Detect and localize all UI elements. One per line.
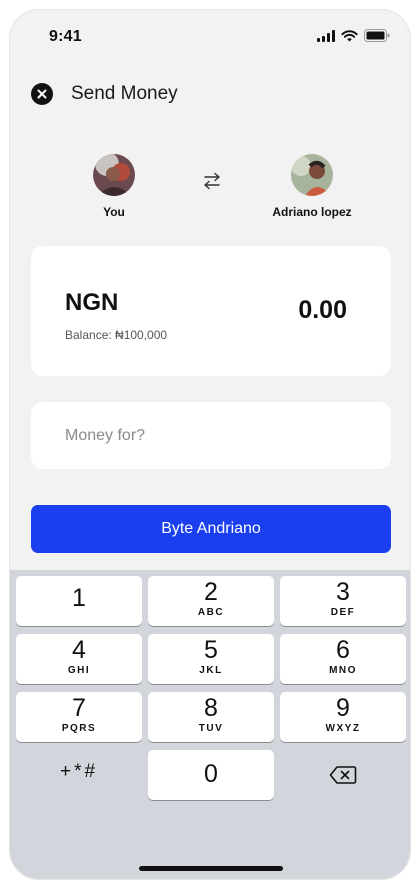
- key-letters: DEF: [330, 607, 356, 618]
- key-digit: 0: [204, 760, 218, 788]
- recipient: Adriano lopez: [252, 154, 372, 219]
- key-digit: 1: [72, 584, 86, 612]
- amount-display[interactable]: 0.00: [298, 296, 347, 325]
- swap-arrows-icon: [204, 172, 220, 190]
- cellular-signal-icon: [317, 29, 335, 42]
- key-digit: 3: [336, 578, 350, 606]
- sender: You: [54, 154, 174, 219]
- key-9[interactable]: 9 WXYZ: [280, 692, 406, 742]
- status-bar: 9:41: [10, 10, 410, 62]
- key-digit: 2: [204, 578, 218, 606]
- recipient-name: Adriano lopez: [272, 205, 352, 219]
- key-7[interactable]: 7 PQRS: [16, 692, 142, 742]
- phone-screen: 9:41 Send Money You Adriano lopez NGN Ba…: [9, 9, 411, 880]
- close-button[interactable]: [31, 83, 53, 105]
- key-letters: ABC: [197, 607, 225, 618]
- sender-avatar: [93, 154, 135, 196]
- key-digit: 8: [204, 694, 218, 722]
- key-letters: PQRS: [61, 723, 97, 734]
- send-button[interactable]: Byte Andriano: [31, 505, 391, 553]
- amount-card: NGN Balance: ₦100,000 0.00: [31, 246, 391, 376]
- key-letters: JKL: [199, 665, 223, 676]
- wifi-icon: [341, 29, 358, 41]
- home-indicator[interactable]: [139, 866, 283, 871]
- recipient-avatar: [291, 154, 333, 196]
- key-1[interactable]: 1: [16, 576, 142, 626]
- key-0[interactable]: 0: [148, 750, 274, 800]
- symbols-label: +*#: [59, 761, 99, 782]
- numeric-keypad: 1 2 ABC 3 DEF 4 GHI 5 JKL 6 MNO 7 PQRS 8…: [10, 570, 410, 879]
- key-2[interactable]: 2 ABC: [148, 576, 274, 626]
- close-icon: [37, 89, 47, 99]
- balance-text: Balance: ₦100,000: [65, 328, 168, 342]
- status-icons: [317, 29, 390, 42]
- status-time: 9:41: [49, 28, 82, 45]
- key-6[interactable]: 6 MNO: [280, 634, 406, 684]
- key-delete[interactable]: [280, 750, 406, 800]
- backspace-icon: [329, 766, 357, 784]
- key-letters: TUV: [198, 723, 224, 734]
- key-letters: GHI: [67, 665, 91, 676]
- money-for-input[interactable]: [31, 402, 391, 469]
- key-5[interactable]: 5 JKL: [148, 634, 274, 684]
- header: Send Money: [10, 70, 410, 118]
- key-digit: 4: [72, 636, 86, 664]
- key-3[interactable]: 3 DEF: [280, 576, 406, 626]
- key-digit: 6: [336, 636, 350, 664]
- key-4[interactable]: 4 GHI: [16, 634, 142, 684]
- battery-icon: [364, 29, 390, 42]
- key-digit: 7: [72, 694, 86, 722]
- currency-code: NGN: [65, 289, 119, 316]
- key-letters: MNO: [329, 665, 357, 676]
- key-digit: 9: [336, 694, 350, 722]
- key-8[interactable]: 8 TUV: [148, 692, 274, 742]
- key-letters: WXYZ: [325, 723, 361, 734]
- key-digit: 5: [204, 636, 218, 664]
- sender-name: You: [103, 205, 125, 219]
- key-symbols[interactable]: +*#: [16, 750, 142, 800]
- page-title: Send Money: [71, 83, 178, 104]
